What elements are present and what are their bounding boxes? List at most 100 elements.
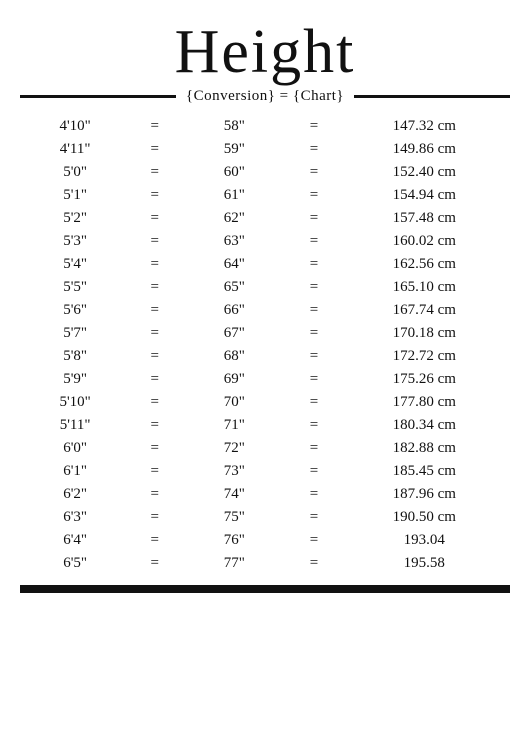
cell-eq2: =	[289, 184, 338, 207]
cell-inches: 75"	[179, 506, 289, 529]
cell-feet: 5'0"	[20, 161, 130, 184]
cell-inches: 73"	[179, 460, 289, 483]
cell-feet: 5'1"	[20, 184, 130, 207]
cell-eq1: =	[130, 437, 179, 460]
cell-eq2: =	[289, 345, 338, 368]
table-row: 4'10"=58"=147.32 cm	[20, 115, 510, 138]
cell-feet: 5'7"	[20, 322, 130, 345]
cell-cm: 195.58	[338, 552, 510, 575]
cell-inches: 68"	[179, 345, 289, 368]
table-row: 6'0"=72"=182.88 cm	[20, 437, 510, 460]
cell-eq2: =	[289, 414, 338, 437]
cell-eq1: =	[130, 506, 179, 529]
cell-eq2: =	[289, 552, 338, 575]
cell-cm: 149.86 cm	[338, 138, 510, 161]
cell-eq1: =	[130, 138, 179, 161]
table-row: 5'5"=65"=165.10 cm	[20, 276, 510, 299]
cell-eq2: =	[289, 115, 338, 138]
cell-feet: 5'6"	[20, 299, 130, 322]
table-row: 5'4"=64"=162.56 cm	[20, 253, 510, 276]
cell-inches: 66"	[179, 299, 289, 322]
table-row: 5'9"=69"=175.26 cm	[20, 368, 510, 391]
cell-eq2: =	[289, 391, 338, 414]
page-title: Height	[175, 18, 356, 86]
subtitle-bar: {Conversion} = {Chart}	[20, 88, 510, 105]
cell-inches: 72"	[179, 437, 289, 460]
cell-eq1: =	[130, 230, 179, 253]
cell-inches: 76"	[179, 529, 289, 552]
cell-cm: 180.34 cm	[338, 414, 510, 437]
cell-eq2: =	[289, 299, 338, 322]
cell-cm: 175.26 cm	[338, 368, 510, 391]
cell-eq1: =	[130, 115, 179, 138]
cell-inches: 70"	[179, 391, 289, 414]
table-row: 5'10"=70"=177.80 cm	[20, 391, 510, 414]
cell-eq1: =	[130, 184, 179, 207]
cell-eq2: =	[289, 138, 338, 161]
cell-eq1: =	[130, 161, 179, 184]
table-row: 5'6"=66"=167.74 cm	[20, 299, 510, 322]
cell-feet: 5'3"	[20, 230, 130, 253]
cell-inches: 69"	[179, 368, 289, 391]
cell-eq2: =	[289, 460, 338, 483]
cell-inches: 65"	[179, 276, 289, 299]
cell-feet: 5'8"	[20, 345, 130, 368]
table-row: 6'3"=75"=190.50 cm	[20, 506, 510, 529]
subtitle-text: {Conversion} = {Chart}	[176, 88, 354, 105]
cell-inches: 60"	[179, 161, 289, 184]
cell-inches: 62"	[179, 207, 289, 230]
cell-cm: 154.94 cm	[338, 184, 510, 207]
cell-feet: 6'2"	[20, 483, 130, 506]
table-row: 5'8"=68"=172.72 cm	[20, 345, 510, 368]
cell-eq1: =	[130, 299, 179, 322]
cell-feet: 5'9"	[20, 368, 130, 391]
cell-cm: 157.48 cm	[338, 207, 510, 230]
cell-cm: 190.50 cm	[338, 506, 510, 529]
cell-cm: 185.45 cm	[338, 460, 510, 483]
cell-cm: 147.32 cm	[338, 115, 510, 138]
cell-eq1: =	[130, 391, 179, 414]
subtitle-line-left	[20, 95, 176, 98]
cell-feet: 6'1"	[20, 460, 130, 483]
cell-inches: 67"	[179, 322, 289, 345]
cell-eq2: =	[289, 529, 338, 552]
cell-eq2: =	[289, 230, 338, 253]
cell-eq2: =	[289, 437, 338, 460]
cell-feet: 6'0"	[20, 437, 130, 460]
table-row: 6'1"=73"=185.45 cm	[20, 460, 510, 483]
cell-cm: 160.02 cm	[338, 230, 510, 253]
cell-feet: 6'5"	[20, 552, 130, 575]
cell-cm: 187.96 cm	[338, 483, 510, 506]
cell-eq1: =	[130, 483, 179, 506]
table-row: 5'1"=61"=154.94 cm	[20, 184, 510, 207]
cell-inches: 64"	[179, 253, 289, 276]
cell-eq1: =	[130, 345, 179, 368]
conversion-table: 4'10"=58"=147.32 cm4'11"=59"=149.86 cm5'…	[20, 115, 510, 575]
cell-eq1: =	[130, 322, 179, 345]
cell-eq1: =	[130, 552, 179, 575]
cell-feet: 5'5"	[20, 276, 130, 299]
cell-cm: 165.10 cm	[338, 276, 510, 299]
cell-cm: 152.40 cm	[338, 161, 510, 184]
cell-eq2: =	[289, 207, 338, 230]
table-row: 6'5"=77"=195.58	[20, 552, 510, 575]
cell-feet: 6'3"	[20, 506, 130, 529]
page-wrapper: Height {Conversion} = {Chart} 4'10"=58"=…	[0, 0, 530, 613]
cell-eq1: =	[130, 276, 179, 299]
cell-feet: 5'4"	[20, 253, 130, 276]
table-row: 5'2"=62"=157.48 cm	[20, 207, 510, 230]
table-row: 5'3"=63"=160.02 cm	[20, 230, 510, 253]
cell-eq2: =	[289, 253, 338, 276]
table-row: 5'7"=67"=170.18 cm	[20, 322, 510, 345]
table-row: 5'11"=71"=180.34 cm	[20, 414, 510, 437]
cell-cm: 162.56 cm	[338, 253, 510, 276]
cell-inches: 63"	[179, 230, 289, 253]
cell-feet: 5'10"	[20, 391, 130, 414]
table-row: 6'4"=76"=193.04	[20, 529, 510, 552]
cell-eq2: =	[289, 322, 338, 345]
cell-cm: 170.18 cm	[338, 322, 510, 345]
table-row: 4'11"=59"=149.86 cm	[20, 138, 510, 161]
cell-feet: 6'4"	[20, 529, 130, 552]
cell-feet: 4'11"	[20, 138, 130, 161]
cell-eq1: =	[130, 414, 179, 437]
